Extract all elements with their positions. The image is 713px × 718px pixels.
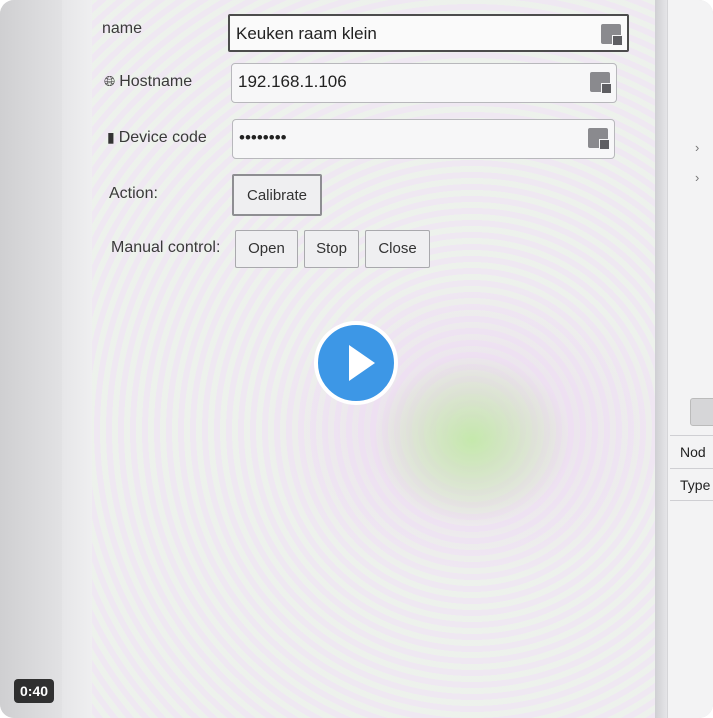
name-field[interactable]: Keuken raam klein — [228, 14, 629, 52]
type-selector-icon[interactable] — [590, 72, 612, 94]
hostname-label: 🌐︎ Hostname — [104, 73, 192, 91]
action-label: Action: — [109, 185, 158, 202]
sidebar-divider — [670, 435, 713, 436]
device-code-field[interactable]: •••••••• — [232, 119, 615, 159]
type-selector-icon[interactable] — [588, 128, 610, 150]
hostname-value: 192.168.1.106 — [238, 72, 347, 91]
background-wall — [0, 0, 70, 718]
type-selector-icon[interactable] — [601, 24, 623, 46]
sidebar-type-label: Type — [680, 477, 711, 493]
device-code-label-text: Device code — [118, 129, 207, 146]
device-code-value: •••••••• — [239, 128, 287, 147]
chevron-right-icon[interactable]: › — [695, 170, 699, 185]
stop-button[interactable]: Stop — [304, 230, 359, 268]
globe-icon: 🌐︎ — [104, 73, 116, 89]
calibrate-button[interactable]: Calibrate — [232, 174, 322, 216]
close-button[interactable]: Close — [365, 230, 430, 268]
sidebar-divider — [670, 468, 713, 469]
name-label: name — [102, 20, 143, 37]
manual-control-label: Manual control: — [111, 239, 221, 256]
device-icon: ▮ — [107, 129, 115, 145]
sidebar-node-label: Nod — [680, 444, 706, 460]
name-value: Keuken raam klein — [236, 24, 377, 43]
device-code-label: ▮ Device code — [107, 129, 207, 147]
hostname-field[interactable]: 192.168.1.106 — [231, 63, 617, 103]
right-sidebar — [667, 0, 713, 718]
hostname-label-text: Hostname — [119, 73, 193, 90]
play-button[interactable] — [314, 321, 398, 405]
chevron-right-icon[interactable]: › — [695, 140, 699, 155]
video-timestamp: 0:40 — [14, 679, 55, 703]
gear-icon[interactable] — [690, 398, 713, 426]
video-frame[interactable]: › › Nod Type name Keuken raam klein 🌐︎ Ho… — [0, 0, 713, 718]
open-button[interactable]: Open — [235, 230, 298, 268]
sidebar-divider — [670, 500, 713, 501]
